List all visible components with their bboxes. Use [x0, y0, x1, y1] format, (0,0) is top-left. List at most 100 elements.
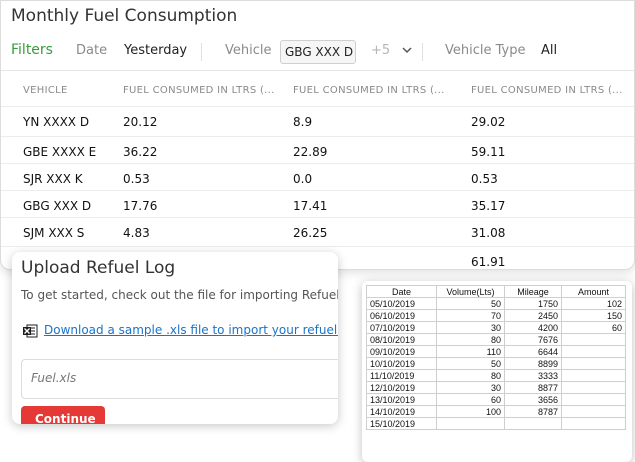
mileage-cell: 3656	[504, 393, 562, 406]
mileage-cell: 6644	[504, 345, 562, 358]
date-cell: 08/10/2019	[366, 333, 437, 346]
vehicle-cell: SJR XXX K	[23, 172, 83, 186]
amount-cell	[561, 381, 626, 394]
volume-cell: 30	[436, 321, 505, 334]
sheet-row: 09/10/2019 110 6644	[366, 345, 626, 358]
date-filter-value[interactable]: Yesterday	[124, 43, 187, 58]
date-cell: 13/10/2019	[366, 393, 437, 406]
divider	[1, 70, 634, 71]
fuel-cell: 17.76	[123, 199, 158, 213]
fuel-cell: 22.89	[293, 145, 328, 159]
table-row[interactable]: GBG XXX D 17.76 17.41 35.17	[1, 190, 634, 217]
sample-sheet-table: Date Volume(Lts) Mileage Amount 05/10/20…	[366, 285, 626, 430]
sheet-row: 15/10/2019	[366, 417, 626, 430]
fuel-cell: 26.25	[293, 226, 328, 240]
filters-label[interactable]: Filters	[11, 42, 53, 58]
date-cell: 06/10/2019	[366, 309, 437, 322]
sheet-header: Volume(Lts)	[436, 285, 505, 298]
volume-cell: 110	[436, 345, 505, 358]
fuel-cell: 0.0	[293, 172, 313, 186]
amount-cell	[561, 333, 626, 346]
sheet-row: 05/10/2019 50 1750 102	[366, 297, 626, 310]
sheet-header: Amount	[561, 285, 626, 298]
date-cell: 14/10/2019	[366, 405, 437, 418]
volume-cell: 100	[436, 405, 505, 418]
volume-cell: 80	[436, 333, 505, 346]
table-row[interactable]: GBE XXXX E 36.22 22.89 59.11	[1, 136, 634, 163]
date-cell: 12/10/2019	[366, 381, 437, 394]
excel-file-icon	[23, 324, 38, 338]
vehicle-filter-label: Vehicle	[225, 43, 272, 58]
mileage-cell: 2450	[504, 309, 562, 322]
filter-divider	[422, 43, 423, 61]
column-header[interactable]: FUEL CONSUMED IN LTRS (...	[471, 85, 623, 96]
sheet-header: Date	[366, 285, 437, 298]
vehicle-cell: GBG XXX D	[23, 199, 92, 213]
sheet-row: 11/10/2019 80 3333	[366, 369, 626, 382]
sheet-row: 10/10/2019 50 8899	[366, 357, 626, 370]
column-header[interactable]: FUEL CONSUMED IN LTRS (...	[293, 85, 445, 96]
mileage-cell: 3333	[504, 369, 562, 382]
date-cell: 11/10/2019	[366, 369, 437, 382]
date-cell: 05/10/2019	[366, 297, 437, 310]
dialog-description: To get started, check out the file for i…	[21, 288, 338, 302]
date-filter-label: Date	[76, 43, 108, 58]
fuel-cell: 4.83	[123, 226, 150, 240]
vehicle-type-filter-label: Vehicle Type	[445, 43, 526, 58]
mileage-cell: 7676	[504, 333, 562, 346]
volume-cell	[436, 417, 505, 430]
fuel-cell: 0.53	[123, 172, 150, 186]
vehicle-cell: GBE XXXX E	[23, 145, 97, 159]
sheet-header: Mileage	[504, 285, 562, 298]
column-header[interactable]: FUEL CONSUMED IN LTRS (...	[123, 85, 275, 96]
dialog-title: Upload Refuel Log	[21, 258, 176, 278]
spreadsheet-preview: Date Volume(Lts) Mileage Amount 05/10/20…	[362, 281, 632, 462]
sheet-row: 08/10/2019 80 7676	[366, 333, 626, 346]
file-input[interactable]: Fuel.xls	[21, 359, 338, 399]
table-row[interactable]: SJR XXX K 0.53 0.0 0.53	[1, 163, 634, 190]
amount-cell: 150	[561, 309, 626, 322]
mileage-cell: 8899	[504, 357, 562, 370]
column-header[interactable]: VEHICLE	[23, 85, 68, 96]
volume-cell: 60	[436, 393, 505, 406]
vehicle-more-count[interactable]: +5	[371, 43, 390, 58]
fuel-cell: 29.02	[471, 115, 506, 129]
vehicle-cell: SJM XXX S	[23, 226, 85, 240]
date-cell: 09/10/2019	[366, 345, 437, 358]
mileage-cell: 1750	[504, 297, 562, 310]
date-cell: 15/10/2019	[366, 417, 437, 430]
mileage-cell: 8877	[504, 381, 562, 394]
date-cell: 07/10/2019	[366, 321, 437, 334]
fuel-cell: 36.22	[123, 145, 158, 159]
sheet-row: 13/10/2019 60 3656	[366, 393, 626, 406]
download-sample-link[interactable]: Download a sample .xls file to import yo…	[44, 323, 338, 337]
table-row[interactable]: YN XXXX D 20.12 8.9 29.02	[1, 106, 634, 133]
mileage-cell: 8787	[504, 405, 562, 418]
fuel-cell: 31.08	[471, 226, 506, 240]
fuel-cell: 59.11	[471, 145, 506, 159]
fuel-cell: 61.91	[471, 255, 506, 269]
sheet-row: 07/10/2019 30 4200 60	[366, 321, 626, 334]
continue-button[interactable]: Continue	[21, 406, 105, 424]
table-row[interactable]: SJM XXX S 4.83 26.25 31.08	[1, 217, 634, 244]
amount-cell	[561, 357, 626, 370]
sheet-row: 12/10/2019 30 8877	[366, 381, 626, 394]
vehicle-cell: YN XXXX D	[23, 115, 90, 129]
volume-cell: 80	[436, 369, 505, 382]
amount-cell: 60	[561, 321, 626, 334]
volume-cell: 50	[436, 357, 505, 370]
fuel-cell: 0.53	[471, 172, 498, 186]
filter-divider	[201, 43, 202, 61]
amount-cell	[561, 393, 626, 406]
date-cell: 10/10/2019	[366, 357, 437, 370]
vehicle-chip[interactable]: GBG XXX D	[280, 40, 356, 64]
vehicle-type-filter-value[interactable]: All	[541, 43, 557, 58]
amount-cell	[561, 345, 626, 358]
page-title: Monthly Fuel Consumption	[11, 6, 238, 26]
fuel-cell: 20.12	[123, 115, 158, 129]
chevron-down-icon[interactable]	[400, 43, 414, 57]
amount-cell: 102	[561, 297, 626, 310]
fuel-report-panel: Monthly Fuel Consumption Filters Date Ye…	[0, 0, 635, 270]
volume-cell: 70	[436, 309, 505, 322]
sheet-row: 14/10/2019 100 8787	[366, 405, 626, 418]
